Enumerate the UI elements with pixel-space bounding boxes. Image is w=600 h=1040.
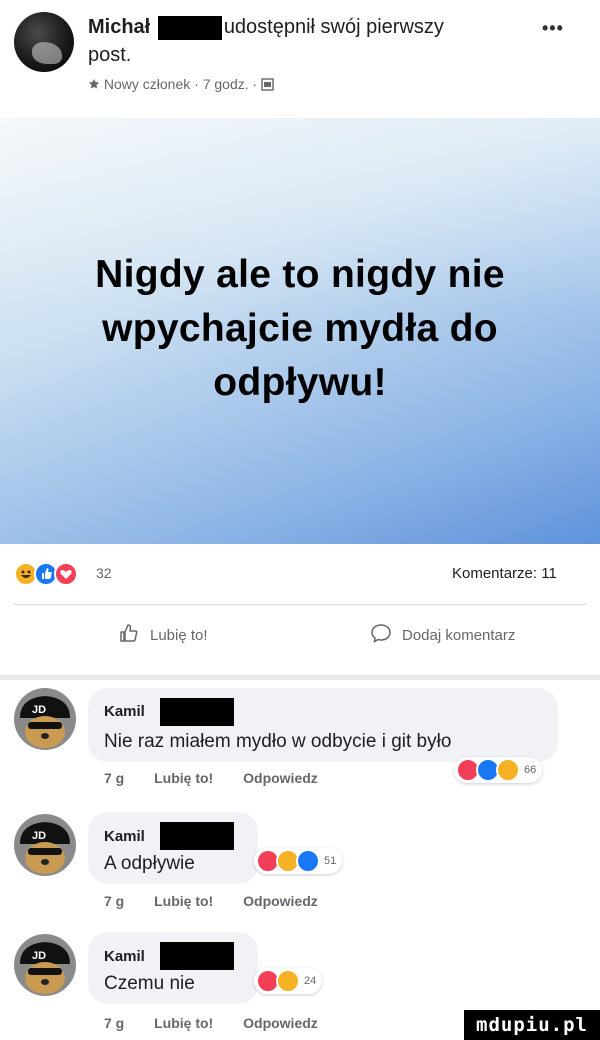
commenter-name[interactable]: Kamil <box>104 948 145 965</box>
comment-reactions[interactable]: 51 <box>254 848 343 874</box>
comment-like-link[interactable]: Lubię to! <box>154 1015 213 1031</box>
more-options-icon[interactable]: ••• <box>542 18 564 39</box>
comment-bubble-icon <box>370 622 392 648</box>
redaction-bar <box>160 942 234 970</box>
comment-reaction-count: 51 <box>324 855 337 867</box>
haha-icon <box>276 969 300 993</box>
post-text-line-2: wpychajcie mydła do <box>102 307 498 350</box>
post-meta: Nowy członek · 7 godz. · <box>88 74 274 94</box>
post-action-text-continued: post. <box>88 44 132 66</box>
comment-time[interactable]: 7 g <box>104 893 124 909</box>
comment-like-link[interactable]: Lubię to! <box>154 893 213 909</box>
audience-icon[interactable] <box>261 76 274 92</box>
svg-text:JD: JD <box>32 704 46 716</box>
comment-reactions[interactable]: 24 <box>254 968 323 994</box>
comment-reply-link[interactable]: Odpowiedz <box>243 893 318 909</box>
post-text-line-1: Nigdy ale to nigdy nie <box>95 253 505 296</box>
comment-text: A odpływie <box>104 853 195 874</box>
comment-reaction-count: 24 <box>304 975 317 987</box>
author-avatar[interactable] <box>14 12 74 72</box>
post-text: Nigdy ale to nigdy nie wpychajcie mydła … <box>40 248 560 410</box>
new-member-icon <box>88 76 104 92</box>
comment-reaction-count: 66 <box>524 764 537 776</box>
post-time[interactable]: 7 godz. <box>203 76 249 92</box>
comment-reactions[interactable]: 66 <box>454 757 543 783</box>
like-button[interactable]: Lubię to! <box>118 620 208 650</box>
commenter-avatar[interactable]: JD <box>14 814 76 876</box>
commenter-name[interactable]: Kamil <box>104 703 145 720</box>
author-name[interactable]: Michał <box>88 16 150 38</box>
svg-text:JD: JD <box>32 950 46 962</box>
post-text-line-3: odpływu! <box>213 361 387 404</box>
comment-reply-link[interactable]: Odpowiedz <box>243 1015 318 1031</box>
section-separator <box>0 675 600 680</box>
commenter-avatar[interactable]: JD <box>14 934 76 996</box>
comment-time[interactable]: 7 g <box>104 1015 124 1031</box>
redaction-bar <box>160 822 234 850</box>
comments-count[interactable]: Komentarze: 11 <box>452 565 557 582</box>
new-member-badge[interactable]: Nowy członek <box>104 76 190 92</box>
comment-text: Nie raz miałem mydło w odbycie i git był… <box>104 731 452 752</box>
comment-reply-link[interactable]: Odpowiedz <box>243 770 318 786</box>
comment-time[interactable]: 7 g <box>104 770 124 786</box>
like-button-label: Lubię to! <box>150 626 208 644</box>
redaction-bar <box>157 15 222 40</box>
comment-meta: 7 g Lubię to! Odpowiedz <box>104 893 344 909</box>
post-header-line: Michał udostępnił swój pierwszy <box>88 14 444 40</box>
comment-button[interactable]: Dodaj komentarz <box>370 620 515 650</box>
haha-icon <box>496 758 520 782</box>
commenter-avatar[interactable]: JD <box>14 688 76 750</box>
watermark: mdupiu.pl <box>464 1010 600 1040</box>
comment-meta: 7 g Lubię to! Odpowiedz <box>104 770 344 786</box>
thumbs-up-icon <box>118 622 140 648</box>
commenter-name[interactable]: Kamil <box>104 828 145 845</box>
like-icon <box>296 849 320 873</box>
svg-text:JD: JD <box>32 830 46 842</box>
love-icon <box>54 562 78 586</box>
comment-text: Czemu nie <box>104 973 195 994</box>
redaction-bar <box>160 698 234 726</box>
divider <box>14 604 586 605</box>
comment-like-link[interactable]: Lubię to! <box>154 770 213 786</box>
reaction-count[interactable]: 32 <box>96 565 112 581</box>
comment-meta: 7 g Lubię to! Odpowiedz <box>104 1015 344 1031</box>
post-action-text: udostępnił swój pierwszy <box>223 16 444 38</box>
comment-button-label: Dodaj komentarz <box>402 626 516 644</box>
